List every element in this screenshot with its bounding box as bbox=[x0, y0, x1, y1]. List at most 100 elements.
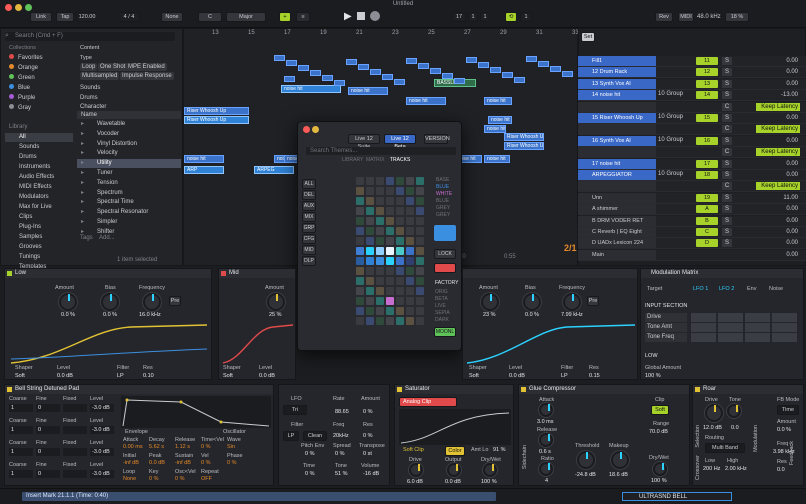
browser-item[interactable]: ▸ Simpler bbox=[77, 218, 181, 227]
track-send-button[interactable]: S bbox=[722, 136, 732, 145]
theme-pad[interactable] bbox=[386, 277, 394, 285]
collection-item[interactable]: Green bbox=[9, 74, 35, 81]
theme-pad[interactable] bbox=[356, 187, 364, 195]
track-value[interactable]: Keep Latency bbox=[756, 125, 800, 134]
envelope-param-value[interactable]: Sin bbox=[227, 444, 235, 450]
roar-selection-tab[interactable]: Selection bbox=[695, 425, 701, 448]
theme-pad[interactable] bbox=[396, 297, 404, 305]
track-header[interactable] bbox=[578, 181, 656, 193]
track-value[interactable]: 0.00 bbox=[756, 114, 800, 122]
tag-chip[interactable]: Multisampled bbox=[80, 72, 120, 80]
glue-soft-clip-toggle[interactable]: Soft bbox=[651, 405, 669, 415]
low-level-value[interactable]: 0.0 dB bbox=[57, 373, 73, 379]
saturator-drive-knob[interactable] bbox=[409, 463, 423, 477]
theme-pad[interactable] bbox=[406, 207, 414, 215]
lfo-freq-value[interactable]: 20kHz bbox=[333, 433, 349, 439]
lfo-amount-value[interactable]: 0 % bbox=[363, 409, 372, 415]
library-item[interactable]: MIDI Effects bbox=[5, 183, 73, 192]
modmatrix-cell[interactable] bbox=[745, 313, 770, 322]
color-swatch[interactable] bbox=[434, 225, 456, 241]
mid-level-value[interactable]: 0.0 dB bbox=[259, 373, 275, 379]
osc-param-value[interactable] bbox=[63, 426, 87, 434]
browser-item[interactable]: ▸ Velocity bbox=[77, 149, 181, 158]
theme-pad[interactable] bbox=[356, 277, 364, 285]
filter-drums[interactable]: Drums bbox=[80, 95, 98, 101]
popup-close-button[interactable] bbox=[303, 126, 310, 133]
theme-pad[interactable] bbox=[386, 247, 394, 255]
rev-button[interactable]: Rev bbox=[655, 12, 673, 22]
saturator-color-button[interactable]: Color bbox=[445, 446, 465, 456]
glue-ratio-knob[interactable] bbox=[539, 462, 553, 476]
track-value[interactable]: 0.00 bbox=[756, 171, 800, 179]
tag-chip[interactable]: Impulse Response bbox=[120, 72, 174, 80]
track-value[interactable]: 0.00 bbox=[756, 80, 800, 88]
modmatrix-env[interactable]: Env bbox=[747, 286, 756, 292]
track-header[interactable]: A shimmer bbox=[578, 204, 656, 216]
theme-pad[interactable] bbox=[416, 247, 424, 255]
browser-item[interactable]: ▸ Spectral Time bbox=[77, 198, 181, 207]
theme-pad[interactable] bbox=[416, 287, 424, 295]
modmatrix-cell[interactable] bbox=[745, 333, 770, 342]
browser-item[interactable]: ▸ Vinyl Distortion bbox=[77, 140, 181, 149]
high-shaper-value[interactable]: Soft bbox=[469, 373, 479, 379]
library-item[interactable]: Tunings bbox=[5, 253, 73, 262]
browser-item[interactable]: ▸ Tuner bbox=[77, 169, 181, 178]
theme-pad[interactable] bbox=[416, 257, 424, 265]
tag-chip[interactable]: Loop bbox=[80, 63, 98, 71]
mode-label[interactable]: BETA bbox=[435, 296, 448, 302]
envelope-param-value[interactable]: 0 % bbox=[227, 460, 236, 466]
theme-pad[interactable] bbox=[366, 277, 374, 285]
library-item[interactable]: Modulators bbox=[5, 193, 73, 202]
theme-pad[interactable] bbox=[416, 277, 424, 285]
track-value[interactable]: 0.00 bbox=[756, 228, 800, 236]
theme-pad[interactable] bbox=[386, 307, 394, 315]
theme-pad[interactable] bbox=[396, 267, 404, 275]
track-send-button[interactable]: C bbox=[722, 102, 732, 111]
theme-pad[interactable] bbox=[376, 287, 384, 295]
envelope-param-value[interactable]: None bbox=[123, 476, 136, 482]
theme-pad[interactable] bbox=[406, 187, 414, 195]
position-beat[interactable]: 1 bbox=[468, 12, 478, 22]
modmatrix-cell[interactable] bbox=[691, 323, 716, 332]
library-item[interactable]: Grooves bbox=[5, 243, 73, 252]
track-value[interactable]: 0.00 bbox=[756, 160, 800, 168]
track-volume[interactable]: 18 bbox=[696, 171, 718, 179]
midi-note-block[interactable] bbox=[442, 73, 453, 79]
track-value[interactable]: 11.00 bbox=[756, 194, 800, 202]
theme-pad[interactable] bbox=[386, 197, 394, 205]
theme-pad[interactable] bbox=[376, 297, 384, 305]
roar-routing-dropdown[interactable]: Multi Band bbox=[705, 443, 745, 453]
theme-pad[interactable] bbox=[396, 317, 404, 325]
track-value[interactable]: 0.00 bbox=[756, 137, 800, 145]
high-freq-knob[interactable] bbox=[563, 293, 581, 311]
track-value[interactable]: Keep Latency bbox=[756, 182, 800, 191]
add-icon[interactable]: + bbox=[279, 12, 291, 22]
glue-sidechain-tab[interactable]: Sidechain bbox=[522, 445, 528, 469]
arrangement-clip[interactable]: ARP bbox=[184, 166, 224, 174]
modmatrix-lfo1[interactable]: LFO 1 bbox=[693, 286, 708, 292]
category-matrix[interactable]: MATRIX bbox=[366, 157, 385, 163]
popup-minimize-button[interactable] bbox=[312, 126, 319, 133]
set-button[interactable]: Set bbox=[581, 32, 595, 42]
theme-pad[interactable] bbox=[416, 317, 424, 325]
arrangement-clip[interactable]: noise hit bbox=[406, 97, 446, 105]
low-freq-knob[interactable] bbox=[143, 293, 161, 311]
track-header[interactable]: C Reverb | EQ Eight bbox=[578, 227, 656, 238]
envelope-param-value[interactable]: -inf dB bbox=[175, 460, 191, 466]
midi-note-block[interactable] bbox=[430, 68, 441, 74]
theme-pad[interactable] bbox=[396, 217, 404, 225]
browser-item[interactable]: ▸ Wavetable bbox=[77, 120, 181, 129]
theme-pad[interactable] bbox=[376, 177, 384, 185]
track-send-button[interactable]: S bbox=[722, 91, 732, 100]
theme-pad[interactable] bbox=[386, 187, 394, 195]
theme-pad[interactable] bbox=[356, 287, 364, 295]
theme-pad[interactable] bbox=[406, 257, 414, 265]
theme-pad[interactable] bbox=[366, 187, 374, 195]
library-item[interactable]: Clips bbox=[5, 213, 73, 222]
theme-pad[interactable] bbox=[356, 307, 364, 315]
midi-note-block[interactable] bbox=[550, 66, 561, 72]
glue-drywet-knob[interactable] bbox=[653, 462, 667, 476]
osc-param-value[interactable]: -3.0 dB bbox=[90, 426, 114, 434]
theme-pad[interactable] bbox=[356, 177, 364, 185]
track-value[interactable]: 0.00 bbox=[756, 205, 800, 213]
